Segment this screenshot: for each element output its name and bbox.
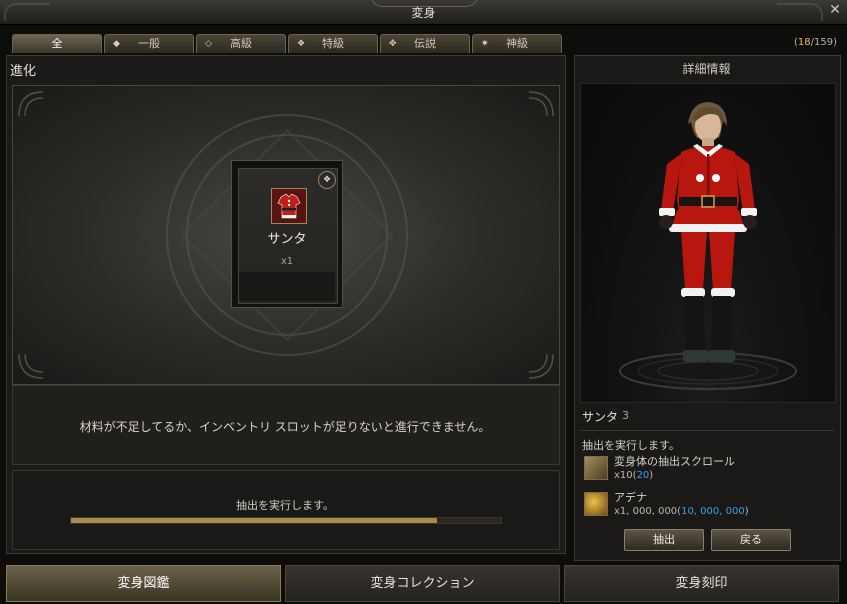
scroll-icon: [584, 456, 608, 480]
tab-legend[interactable]: ✥ 伝説: [380, 34, 470, 53]
window-title: 変身: [411, 6, 436, 20]
tab-label: 全: [51, 37, 63, 50]
tab-label: 神級: [506, 37, 528, 50]
detail-title: 詳細情報: [682, 62, 731, 76]
back-button[interactable]: 戻る: [711, 529, 791, 551]
extract-status-text: 抽出を実行します。: [236, 499, 334, 512]
card-quantity: x1: [280, 256, 294, 267]
material-have-close: ): [744, 506, 749, 517]
material-quantity: x10(20): [614, 470, 653, 481]
card-name: サンタ: [267, 232, 307, 247]
corner-ornament-right: [777, 3, 823, 21]
close-icon[interactable]: ✕: [827, 2, 843, 18]
tab-label: 高級: [230, 37, 252, 50]
frame-corner-top-right: [528, 91, 554, 117]
frame-corner-bottom-right: [528, 353, 554, 379]
tab-all[interactable]: 全: [12, 34, 102, 53]
material-have-close: ): [649, 470, 654, 481]
character-portrait: [580, 83, 836, 403]
tab-label: 特級: [322, 37, 344, 50]
nav-transformation-engrave[interactable]: 変身刻印: [564, 565, 839, 602]
nav-transformation-book[interactable]: 変身図鑑: [6, 565, 281, 602]
title-bar: 変身: [0, 0, 847, 25]
card-footer: [239, 272, 335, 301]
panel-title: 進化: [10, 64, 37, 79]
materials-title: 抽出を実行します。: [582, 439, 680, 452]
tab-label: 一般: [138, 37, 160, 50]
frame-corner-top-left: [18, 91, 44, 117]
counter-current: 18: [797, 37, 811, 48]
material-have: 10, 000, 000: [681, 506, 745, 517]
material-name: 変身体の抽出スクロール: [614, 455, 735, 468]
character-level: 3: [622, 409, 629, 422]
tab-special[interactable]: ❖ 特級: [288, 34, 378, 53]
collection-counter: (18/159): [793, 37, 837, 48]
material-have: 20: [636, 470, 650, 481]
tab-mythic[interactable]: ✷ 神級: [472, 34, 562, 53]
santa-costume-icon: [271, 188, 307, 224]
detail-divider: [580, 430, 834, 431]
material-quantity: x1, 000, 000(10, 000, 000): [614, 506, 749, 517]
frame-corner-bottom-left: [18, 353, 44, 379]
diamond-badge-icon: ❖: [318, 171, 336, 189]
extract-button[interactable]: 抽出: [624, 529, 704, 551]
material-need: x10: [614, 470, 633, 481]
extract-progress-fill: [71, 518, 437, 523]
corner-ornament-left: [4, 3, 50, 21]
material-need: x1, 000, 000: [614, 506, 678, 517]
warning-message: 材料が不足してるか、インベントリ スロットが足りないと進行できません。: [79, 420, 491, 434]
santa-character-figure: [619, 102, 797, 390]
character-name: サンタ: [582, 410, 619, 424]
material-name: アデナ: [614, 491, 647, 504]
tab-normal[interactable]: ◆ 一般: [104, 34, 194, 53]
gold-coin-icon: [584, 492, 608, 516]
nav-transformation-collection[interactable]: 変身コレクション: [285, 565, 560, 602]
counter-total: 159: [814, 37, 834, 48]
tab-label: 伝説: [414, 37, 436, 50]
tab-advanced[interactable]: ◇ 高級: [196, 34, 286, 53]
